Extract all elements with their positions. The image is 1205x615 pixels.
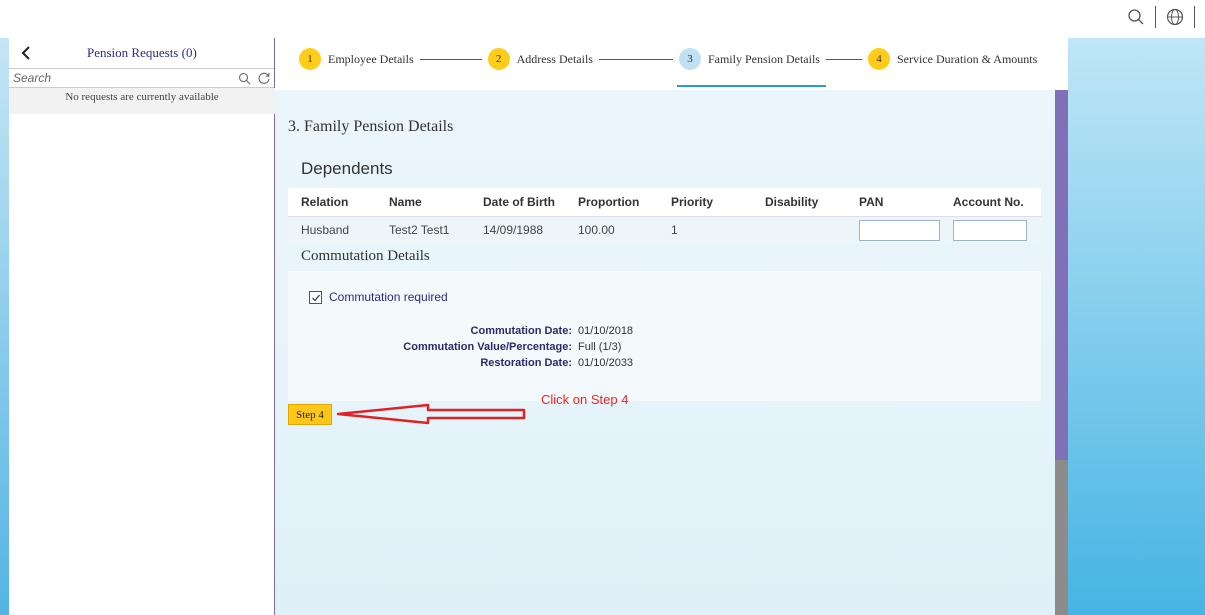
wizard-progress: 1 Employee Details 2 Address Details 3 F… xyxy=(299,48,1037,70)
master-list: Pension Requests (0) No requests are cur… xyxy=(9,38,275,615)
step-connector xyxy=(419,58,482,60)
step-connector xyxy=(598,58,673,60)
wizard-step-3[interactable]: 3 Family Pension Details xyxy=(678,48,820,70)
wizard-step-2[interactable]: 2 Address Details xyxy=(487,48,593,70)
globe-icon[interactable] xyxy=(1164,6,1186,28)
dob-cell: 14/09/1988 xyxy=(483,223,544,237)
step-label: Employee Details xyxy=(328,51,414,66)
shell-toolbar xyxy=(1125,6,1195,28)
step-number: 4 xyxy=(867,48,890,70)
commutation-date-value: 01/10/2018 xyxy=(578,325,634,337)
priority-cell: 1 xyxy=(671,223,678,237)
column-header: Disability xyxy=(765,195,819,209)
commutation-value-value: Full (1/3) xyxy=(578,341,622,353)
name-cell: Test2 Test1 xyxy=(389,223,450,237)
left-edge-strip xyxy=(0,38,9,615)
column-header: Account No. xyxy=(953,195,1024,209)
step-label: Service Duration & Amounts xyxy=(896,51,1038,66)
commutation-value-label: Commutation Value/Percentage: xyxy=(403,341,572,353)
wizard-step-1[interactable]: 1 Employee Details xyxy=(299,48,414,70)
active-step-indicator xyxy=(677,85,826,87)
step-connector xyxy=(825,58,862,60)
master-title: Pension Requests (0) xyxy=(87,45,197,60)
commutation-checkbox[interactable] xyxy=(309,291,322,304)
search-bar xyxy=(9,68,274,88)
dependents-table: Relation Name Date of Birth Proportion P… xyxy=(288,188,1041,243)
shell-separator xyxy=(1155,6,1156,28)
table-header: Relation Name Date of Birth Proportion P… xyxy=(288,188,1041,216)
annotation-arrow xyxy=(336,403,526,425)
column-header: Relation xyxy=(301,195,349,209)
account-number-input[interactable] xyxy=(953,220,1027,241)
proportion-cell: 100.00 xyxy=(578,223,615,237)
step-4-button[interactable]: Step 4 xyxy=(288,404,332,425)
restoration-date-value: 01/10/2033 xyxy=(578,357,634,369)
shell-separator xyxy=(1194,6,1195,28)
restoration-date-label: Restoration Date: xyxy=(480,357,572,369)
relation-cell: Husband xyxy=(301,223,350,237)
chevron-left-icon[interactable] xyxy=(17,44,35,62)
commutation-date-label: Commutation Date: xyxy=(470,325,572,337)
column-header: Proportion xyxy=(578,195,640,209)
commutation-title: Commutation Details xyxy=(301,248,430,264)
step-label: Address Details xyxy=(516,51,593,66)
app-page: Pension Requests (0) No requests are cur… xyxy=(0,0,1205,615)
master-header: Pension Requests (0) xyxy=(9,38,274,68)
search-input[interactable] xyxy=(9,71,234,85)
dependents-title: Dependents xyxy=(301,159,393,178)
step-number: 3 xyxy=(678,48,701,70)
column-header: Date of Birth xyxy=(483,195,555,209)
column-header: PAN xyxy=(859,195,884,209)
right-side-panel xyxy=(1068,38,1205,615)
section-title: 3. Family Pension Details xyxy=(288,118,454,135)
step-label: Family Pension Details xyxy=(707,51,820,66)
scrollbar-thumb[interactable] xyxy=(1055,90,1068,460)
step-number: 2 xyxy=(487,48,510,70)
refresh-icon[interactable] xyxy=(254,69,274,87)
column-header: Priority xyxy=(671,195,714,209)
wizard-step-4[interactable]: 4 Service Duration & Amounts xyxy=(867,48,1038,70)
step-number: 1 xyxy=(299,48,321,70)
search-icon[interactable] xyxy=(234,69,254,87)
column-header: Name xyxy=(389,195,422,209)
annotation-text: Click on Step 4 xyxy=(541,392,629,407)
no-data-text: No requests are currently available xyxy=(9,88,275,114)
search-icon[interactable] xyxy=(1125,6,1147,28)
table-row[interactable]: Husband Test2 Test1 14/09/1988 100.00 1 xyxy=(288,216,1041,243)
pan-input[interactable] xyxy=(859,220,940,241)
commutation-checkbox-label[interactable]: Commutation required xyxy=(329,290,448,304)
